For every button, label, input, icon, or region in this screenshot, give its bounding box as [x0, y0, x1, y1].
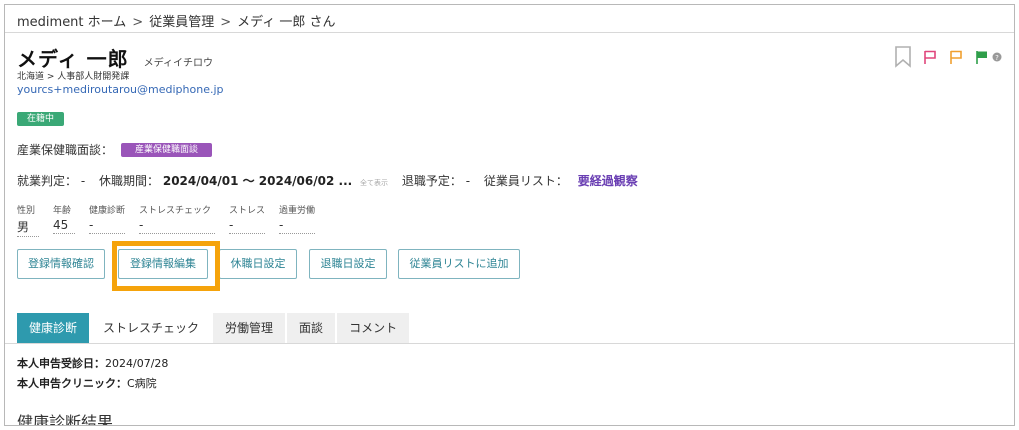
edit-registration-button[interactable]: 登録情報編集 [118, 249, 208, 279]
green-flag-icon[interactable] [974, 49, 990, 65]
stat-label: ストレスチェック [139, 206, 212, 216]
stat-stress: ストレス - [229, 203, 266, 237]
svg-text:?: ? [995, 54, 999, 62]
orange-flag-icon[interactable] [948, 49, 964, 65]
breadcrumb-employee-mgmt[interactable]: 従業員管理 [149, 15, 214, 30]
employee-stats: 性別 男 年齢 45 健康診断 - ストレスチェック - ストレス - 過重労働… [17, 203, 329, 237]
stat-value: - [229, 218, 266, 234]
retire-value: - [465, 174, 471, 188]
stat-value: - [139, 218, 216, 234]
employment-status-row: 就業判定： - 休職期間： 2024/04/01 ～ 2024/06/02 ..… [17, 172, 638, 189]
stat-label: 健康診断 [89, 206, 126, 216]
tab-health-checkup[interactable]: 健康診断 [17, 313, 90, 343]
stat-value: 男 [17, 218, 39, 237]
stat-value: 45 [53, 218, 75, 234]
employee-kana: メディイチロウ [143, 58, 213, 69]
show-all-link[interactable]: 全て表示 [360, 179, 388, 187]
stat-health-checkup: 健康診断 - [89, 203, 126, 237]
judgment-value: - [80, 174, 86, 188]
stat-value: - [279, 218, 316, 234]
stat-label: 性別 [17, 206, 36, 216]
reported-date-value: 2024/07/28 [105, 357, 169, 370]
stat-label: 過重労働 [279, 206, 316, 216]
employee-list-label: 従業員リスト： [483, 174, 568, 188]
stat-stress-check: ストレスチェック - [139, 203, 216, 237]
set-leave-date-button[interactable]: 休職日設定 [219, 249, 297, 279]
employee-department: 北海道 > 人事部人財開発課 [17, 72, 130, 82]
status-badge: 在籍中 [17, 112, 65, 126]
tab-interview[interactable]: 面談 [287, 313, 336, 343]
leave-period-value: 2024/04/01 ～ 2024/06/02 ... [162, 174, 353, 188]
set-retire-date-button[interactable]: 退職日設定 [309, 249, 387, 279]
help-icon[interactable]: ? [992, 52, 1002, 62]
header-divider [5, 32, 1014, 33]
breadcrumb: mediment ホーム > 従業員管理 > メディ 一郎 さん [17, 11, 335, 31]
flag-icons: ? [894, 45, 1002, 69]
breadcrumb-home[interactable]: mediment ホーム [17, 15, 126, 30]
employee-detail-page: mediment ホーム > 従業員管理 > メディ 一郎 さん メディ 一郎 メディイ… [4, 4, 1015, 426]
employee-email[interactable]: yourcs+mediroutarou@mediphone.jp [17, 83, 224, 96]
add-to-employee-list-button[interactable]: 従業員リストに追加 [398, 249, 520, 279]
stat-overwork: 過重労働 - [279, 203, 316, 237]
stat-gender: 性別 男 [17, 203, 39, 237]
consultation-badge: 産業保健職面談 [121, 142, 213, 157]
breadcrumb-current: メディ 一郎 さん [237, 15, 336, 30]
reported-checkup-date: 本人申告受診日：2024/07/28 [17, 355, 168, 371]
pink-flag-icon[interactable] [922, 49, 938, 65]
bookmark-icon[interactable] [894, 46, 912, 68]
stat-value: - [89, 218, 126, 234]
employee-name-row: メディ 一郎 メディイチロウ [17, 43, 213, 72]
reported-clinic: 本人申告クリニック：C病院 [17, 375, 157, 391]
confirm-registration-button[interactable]: 登録情報確認 [17, 249, 105, 279]
tabs: 健康診断 ストレスチェック 労働管理 面談 コメント [17, 313, 411, 343]
health-checkup-results-title: 健康診断結果 [17, 413, 114, 426]
judgment-label: 就業判定： [17, 174, 78, 188]
tab-labor-management[interactable]: 労働管理 [213, 313, 286, 343]
leave-label: 休職期間： [99, 174, 160, 188]
consultation-row: 産業保健職面談： 産業保健職面談 [17, 141, 213, 158]
stat-label: ストレス [229, 206, 266, 216]
reported-clinic-value: C病院 [127, 377, 157, 390]
stat-label: 年齢 [53, 206, 72, 216]
tab-divider [5, 343, 1014, 344]
stat-age: 年齢 45 [53, 203, 75, 237]
breadcrumb-separator: > [220, 15, 232, 30]
reported-date-label: 本人申告受診日： [17, 357, 105, 370]
employee-name: メディ 一郎 [17, 47, 129, 71]
breadcrumb-separator: > [132, 15, 144, 30]
tab-comment[interactable]: コメント [337, 313, 410, 343]
consultation-label: 産業保健職面談： [17, 143, 114, 157]
reported-clinic-label: 本人申告クリニック： [17, 377, 127, 390]
retire-label: 退職予定： [401, 174, 462, 188]
tab-stress-check[interactable]: ストレスチェック [91, 313, 212, 343]
employee-list-value[interactable]: 要経過観察 [578, 174, 638, 188]
